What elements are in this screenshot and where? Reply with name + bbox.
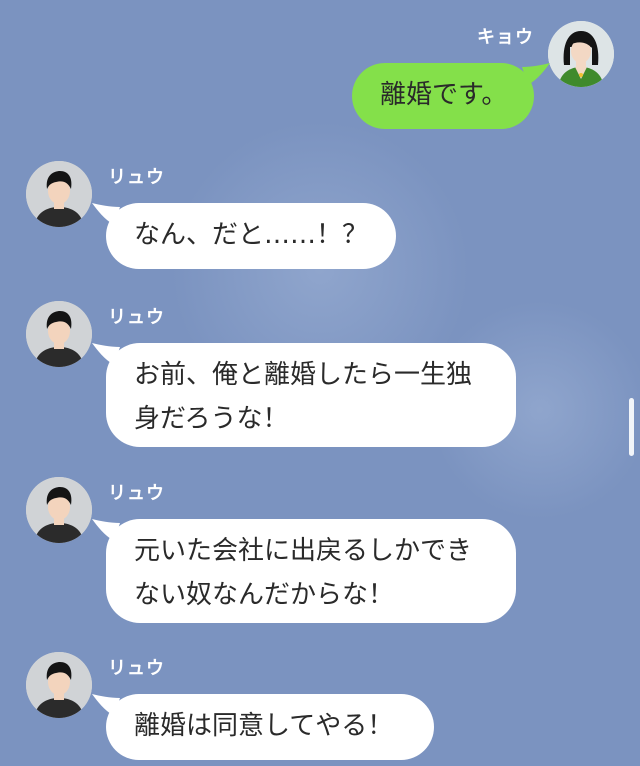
- sender-name: キョウ: [477, 27, 534, 48]
- ryuu-avatar[interactable]: [26, 301, 92, 367]
- sender-name: リュウ: [108, 483, 165, 504]
- message-text: 離婚は同意してやる！: [134, 711, 394, 741]
- message-bubble[interactable]: 離婚です。: [352, 63, 534, 129]
- ryuu-avatar[interactable]: [26, 477, 92, 543]
- sender-name: リュウ: [108, 307, 165, 328]
- bubble-tail: [92, 203, 120, 225]
- man-avatar-icon: [26, 161, 92, 227]
- man-avatar-icon: [26, 301, 92, 367]
- bubble-tail: [522, 63, 550, 85]
- scrollbar[interactable]: [629, 398, 634, 456]
- message-text-line: 身だろうな！: [134, 404, 289, 434]
- message-bubble[interactable]: お前、俺と離婚したら一生独 身だろうな！: [106, 343, 516, 447]
- message-text-line: お前、俺と離婚したら一生独: [134, 360, 473, 390]
- sender-name: リュウ: [108, 167, 165, 188]
- bubble-tail: [92, 694, 120, 716]
- man-avatar-icon: [26, 477, 92, 543]
- message-text-line: 元いた会社に出戻るしかでき: [134, 536, 473, 566]
- message-bubble[interactable]: 離婚は同意してやる！: [106, 694, 434, 760]
- message-bubble[interactable]: 元いた会社に出戻るしかでき ない奴なんだからな！: [106, 519, 516, 623]
- sender-name: リュウ: [108, 658, 165, 679]
- man-avatar-icon: [26, 652, 92, 718]
- chat-area[interactable]: キョウ 離婚です。 リュウ なん、だと……！？ リュウ お前、俺と離婚したら一生…: [0, 0, 640, 766]
- bubble-tail: [92, 519, 120, 541]
- message-text-line: ない奴なんだからな！: [134, 580, 395, 610]
- message-text: なん、だと……！？: [134, 220, 369, 250]
- message-bubble[interactable]: なん、だと……！？: [106, 203, 396, 269]
- kyou-avatar[interactable]: [548, 21, 614, 87]
- bubble-tail: [92, 343, 120, 365]
- message-text: 離婚です。: [380, 80, 508, 110]
- ryuu-avatar[interactable]: [26, 652, 92, 718]
- ryuu-avatar[interactable]: [26, 161, 92, 227]
- woman-avatar-icon: [548, 21, 614, 87]
